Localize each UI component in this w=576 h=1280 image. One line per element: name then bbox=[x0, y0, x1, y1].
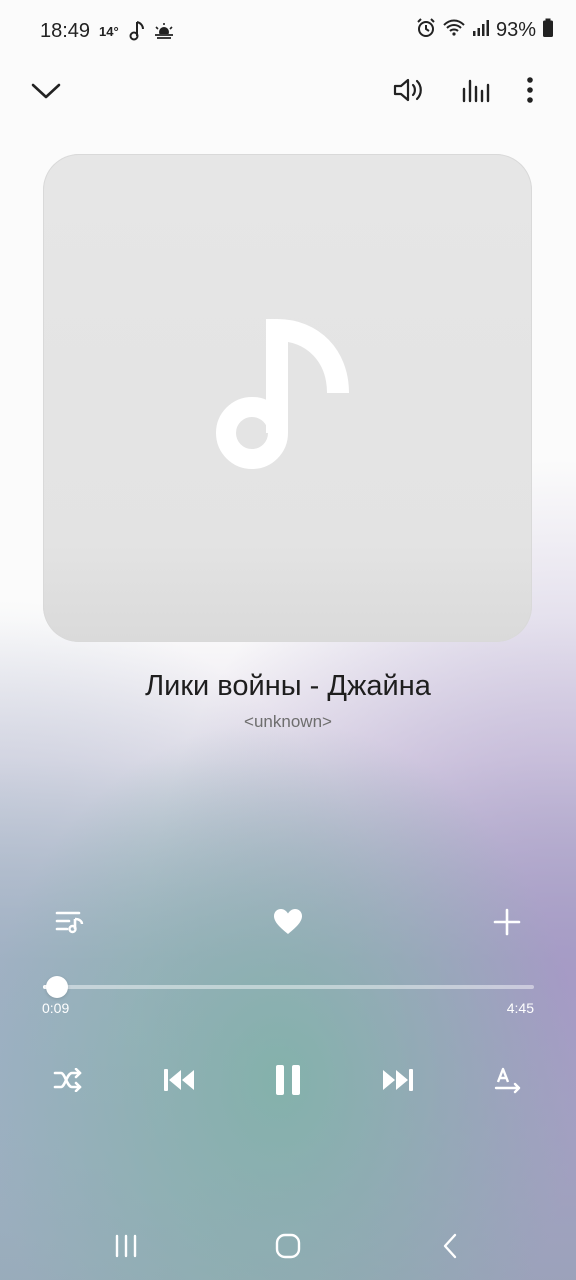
speed-icon bbox=[494, 1067, 521, 1094]
seek-bar[interactable] bbox=[43, 985, 534, 989]
song-artist[interactable]: <unknown> bbox=[0, 712, 576, 732]
battery-percent: 93% bbox=[495, 19, 536, 41]
pause-icon bbox=[276, 1065, 300, 1095]
next-icon bbox=[383, 1069, 413, 1091]
status-time: 18:49 bbox=[40, 20, 91, 42]
recent-apps-button[interactable] bbox=[108, 1228, 144, 1264]
pause-button[interactable] bbox=[264, 1056, 312, 1104]
previous-icon bbox=[164, 1069, 194, 1091]
album-art bbox=[43, 154, 532, 642]
previous-button[interactable] bbox=[158, 1058, 202, 1102]
heart-icon bbox=[274, 909, 302, 934]
battery-icon bbox=[542, 18, 554, 43]
alarm-icon bbox=[416, 18, 436, 43]
weather-icon bbox=[153, 22, 175, 45]
signal-icon bbox=[472, 19, 490, 42]
equalizer-icon bbox=[462, 79, 490, 103]
recent-apps-icon bbox=[115, 1234, 137, 1258]
equalizer-button[interactable] bbox=[456, 70, 496, 110]
back-icon bbox=[443, 1233, 457, 1259]
chevron-down-icon bbox=[31, 83, 61, 99]
next-button[interactable] bbox=[375, 1058, 419, 1102]
seek-bar-thumb[interactable] bbox=[46, 976, 68, 998]
playback-speed-button[interactable] bbox=[488, 1060, 528, 1100]
collapse-button[interactable] bbox=[26, 70, 66, 110]
queue-button[interactable] bbox=[50, 902, 90, 942]
shuffle-icon bbox=[53, 1068, 82, 1092]
song-title: Лики войны - Джайна bbox=[145, 670, 431, 702]
home-button[interactable] bbox=[268, 1228, 308, 1264]
wifi-icon bbox=[442, 18, 466, 43]
shuffle-button[interactable] bbox=[48, 1060, 88, 1100]
home-icon bbox=[275, 1233, 301, 1259]
music-note-icon bbox=[215, 318, 349, 469]
more-options-button[interactable] bbox=[512, 70, 548, 110]
add-to-playlist-button[interactable] bbox=[487, 902, 527, 942]
more-vert-icon bbox=[527, 77, 533, 103]
back-button[interactable] bbox=[432, 1228, 468, 1264]
status-temperature: 14° bbox=[99, 24, 119, 39]
favorite-button[interactable] bbox=[268, 902, 308, 942]
elapsed-time: 0:09 bbox=[42, 1000, 70, 1016]
music-note-icon bbox=[128, 20, 146, 47]
queue-icon bbox=[55, 911, 84, 934]
status-right-group: 93% bbox=[416, 18, 554, 43]
total-time: 4:45 bbox=[506, 1000, 534, 1016]
volume-button[interactable] bbox=[388, 70, 428, 110]
add-icon bbox=[493, 908, 521, 936]
volume-icon bbox=[393, 78, 422, 102]
